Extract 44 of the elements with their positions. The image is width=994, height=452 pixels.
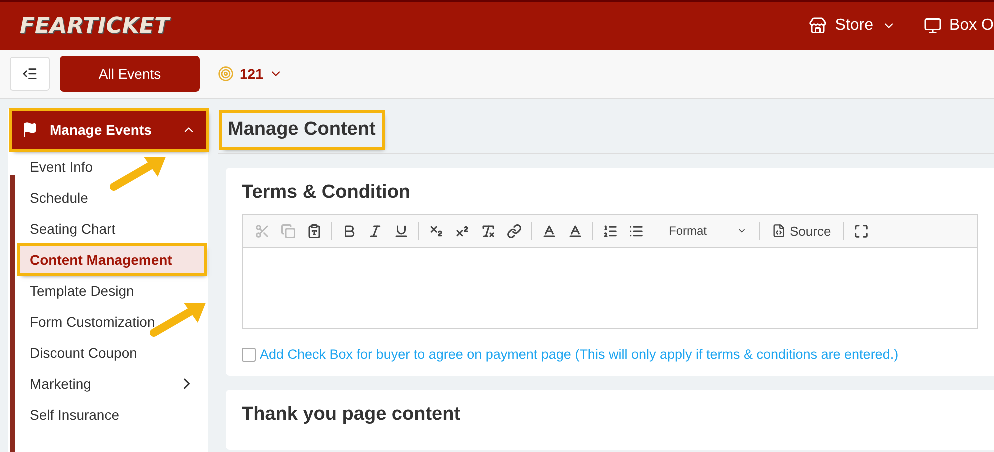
menu-icon — [22, 66, 38, 82]
sidebar-item[interactable]: Schedule — [20, 184, 204, 211]
rich-text-editor[interactable]: Format Source — [242, 214, 978, 329]
arrow-annotation — [108, 155, 168, 193]
sidebar-item[interactable]: Marketing — [20, 370, 204, 397]
header-menu[interactable]: Box O — [924, 17, 994, 35]
checkbox[interactable] — [242, 348, 256, 362]
source-button[interactable]: Source — [766, 222, 838, 240]
page-title: Manage Content — [222, 113, 382, 147]
sidebar-item[interactable]: Seating Chart — [20, 215, 204, 242]
subscript-icon — [428, 224, 444, 238]
logo[interactable]: FEARTICKET — [20, 14, 170, 38]
menu-toggle-button[interactable] — [10, 57, 50, 91]
header-menu[interactable]: Store — [809, 17, 896, 35]
event-selector[interactable]: 121 — [218, 66, 284, 82]
underline-icon — [394, 224, 408, 238]
bullet-list-icon — [628, 224, 644, 238]
store-icon — [809, 17, 828, 35]
maximize-icon — [854, 224, 869, 238]
sidebar-item[interactable]: Content Management — [20, 246, 204, 273]
target-icon — [218, 66, 234, 82]
sidebar-item[interactable]: Discount Coupon — [20, 339, 204, 366]
link-icon — [506, 224, 522, 238]
flag-icon — [22, 122, 38, 138]
sidebar-item[interactable]: Form Customization — [20, 308, 204, 335]
clear-format-icon — [480, 224, 496, 238]
clipboard-icon — [306, 224, 322, 238]
code-file-icon — [772, 224, 786, 238]
sidebar-item[interactable]: Event Info — [20, 153, 204, 180]
numbered-list-icon — [602, 224, 618, 238]
sidebar-section[interactable]: Manage Events — [12, 111, 206, 149]
all-events-button[interactable]: All Events — [60, 56, 200, 92]
sidebar-item[interactable]: Template Design — [20, 277, 204, 304]
text-color-icon — [542, 224, 556, 238]
superscript-icon — [454, 224, 470, 238]
monitor-icon — [924, 17, 942, 35]
card-title: Terms & Condition — [242, 182, 412, 204]
scissors-icon — [254, 224, 270, 238]
card-title: Thank you page content — [242, 404, 462, 426]
copy-icon — [280, 224, 296, 238]
highlight-color-icon — [568, 224, 582, 238]
format-dropdown[interactable]: Format — [663, 223, 753, 239]
sidebar-item[interactable]: Self Insurance — [20, 401, 204, 428]
italic-icon — [368, 224, 382, 238]
